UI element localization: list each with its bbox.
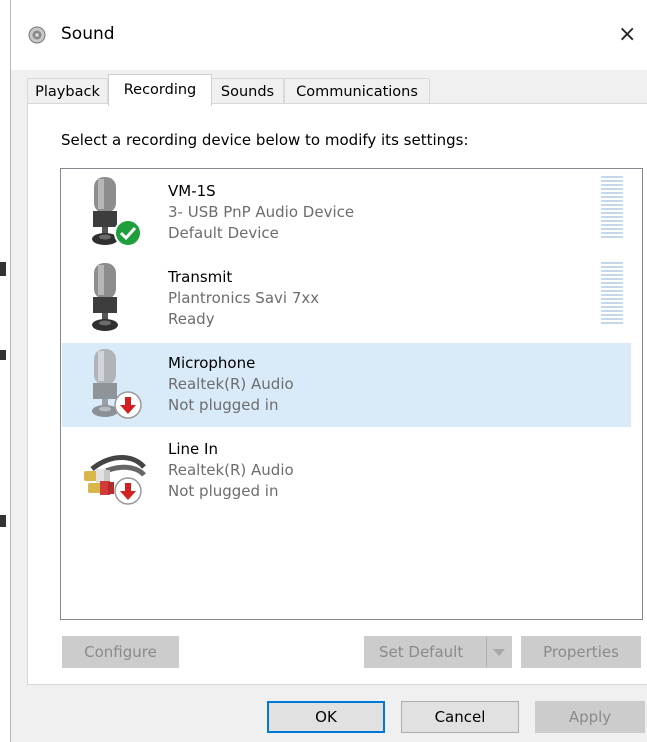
close-button[interactable]: × xyxy=(618,18,647,52)
background-window-edge xyxy=(0,350,6,360)
device-row-vm-1s[interactable]: VM-1S 3- USB PnP Audio Device Default De… xyxy=(62,171,631,255)
set-default-button[interactable]: Set Default xyxy=(364,636,512,668)
configure-button[interactable]: Configure xyxy=(62,636,179,668)
red-down-arrow-icon xyxy=(114,477,142,505)
device-text: VM-1S 3- USB PnP Audio Device Default De… xyxy=(168,181,354,244)
device-status: Not plugged in xyxy=(168,396,279,414)
tab-playback[interactable]: Playback xyxy=(27,78,108,105)
red-down-arrow-icon xyxy=(114,391,142,419)
device-driver: 3- USB PnP Audio Device xyxy=(168,203,355,221)
device-driver: Plantronics Savi 7xx xyxy=(168,289,320,307)
set-default-dropdown[interactable] xyxy=(486,637,511,667)
level-meter xyxy=(601,176,623,240)
background-window-edge xyxy=(0,515,6,527)
device-name: Line In xyxy=(168,440,218,458)
device-text: Transmit Plantronics Savi 7xx Ready xyxy=(168,267,319,330)
device-text: Microphone Realtek(R) Audio Not plugged … xyxy=(168,353,294,416)
device-status: Ready xyxy=(168,310,215,328)
cancel-button[interactable]: Cancel xyxy=(401,701,519,733)
background-window-edge xyxy=(0,262,6,276)
device-status: Not plugged in xyxy=(168,482,279,500)
tab-sounds[interactable]: Sounds xyxy=(211,78,284,105)
instruction-text: Select a recording device below to modif… xyxy=(61,131,469,149)
device-name: Microphone xyxy=(168,354,256,372)
green-check-icon xyxy=(114,219,142,247)
device-status: Default Device xyxy=(168,224,279,242)
title-bar: Sound × xyxy=(11,0,647,70)
ok-button[interactable]: OK xyxy=(267,701,385,733)
device-name: Transmit xyxy=(168,268,233,286)
device-driver: Realtek(R) Audio xyxy=(168,375,294,393)
device-row-transmit[interactable]: Transmit Plantronics Savi 7xx Ready xyxy=(62,257,631,341)
properties-button[interactable]: Properties xyxy=(521,636,641,668)
device-list[interactable]: VM-1S 3- USB PnP Audio Device Default De… xyxy=(60,168,643,620)
tab-communications[interactable]: Communications xyxy=(284,78,430,105)
sound-dialog: Sound × Playback Recording Sounds Commun… xyxy=(10,0,647,742)
tab-recording[interactable]: Recording xyxy=(108,74,212,106)
microphone-icon xyxy=(92,263,118,331)
device-text: Line In Realtek(R) Audio Not plugged in xyxy=(168,439,294,502)
level-meter xyxy=(601,262,623,326)
window-title: Sound xyxy=(61,24,115,44)
speaker-icon xyxy=(28,26,46,44)
device-row-line-in[interactable]: Line In Realtek(R) Audio Not plugged in xyxy=(62,429,631,513)
apply-button[interactable]: Apply xyxy=(535,701,645,733)
set-default-label: Set Default xyxy=(379,643,464,661)
device-name: VM-1S xyxy=(168,182,216,200)
device-row-microphone[interactable]: Microphone Realtek(R) Audio Not plugged … xyxy=(62,343,631,427)
device-driver: Realtek(R) Audio xyxy=(168,461,294,479)
chevron-down-icon xyxy=(493,649,505,656)
recording-panel: Select a recording device below to modif… xyxy=(27,103,647,685)
